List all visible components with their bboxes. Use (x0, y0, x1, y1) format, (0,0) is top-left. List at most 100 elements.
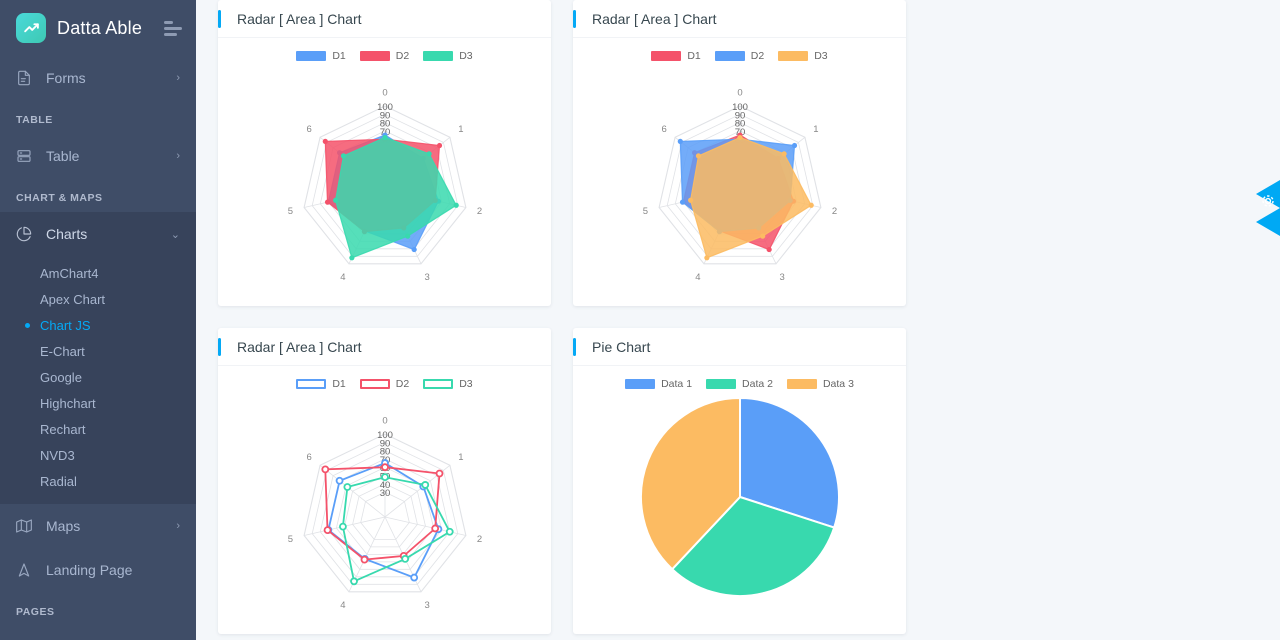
card-header: Radar [ Area ] Chart (573, 0, 906, 38)
chart-canvas[interactable] (583, 394, 896, 600)
chart-card: Pie Chart Data 1 Data 2 Data 3 (573, 328, 906, 634)
svg-text:6: 6 (306, 124, 311, 135)
sidebar-item-landing-page[interactable]: Landing Page (0, 548, 196, 592)
svg-text:2: 2 (476, 534, 481, 545)
sidebar-subitem-label: Google (40, 369, 82, 385)
sidebar-subitem-radial[interactable]: Radial (0, 468, 196, 494)
sidebar-item-label: Charts (46, 226, 88, 242)
svg-text:3: 3 (424, 272, 429, 283)
sidebar-item-label: Forms (46, 70, 86, 86)
svg-text:4: 4 (340, 600, 345, 611)
chart-canvas[interactable]: 100908070600123456 (228, 66, 541, 296)
legend-item[interactable]: Data 2 (706, 378, 773, 390)
legend-item[interactable]: D2 (359, 50, 409, 62)
sidebar-subitem-apex-chart[interactable]: Apex Chart (0, 286, 196, 312)
legend-label: D3 (459, 50, 473, 62)
sidebar-subitem-label: E-Chart (40, 343, 85, 359)
brand-name: Datta Able (57, 17, 143, 38)
legend-swatch (778, 51, 809, 61)
hamburger-icon[interactable] (164, 20, 182, 36)
svg-text:1: 1 (813, 124, 818, 135)
legend-swatch (651, 51, 682, 61)
legend-swatch (359, 51, 390, 61)
sidebar-caption-chart-maps: CHART & MAPS (16, 192, 103, 204)
chevron-right-icon: › (176, 72, 180, 84)
legend-label: D1 (332, 50, 346, 62)
app-root: Datta Able Forms › TABLE Table › CHART &… (0, 0, 1280, 640)
sidebar-item-table[interactable]: Table › (0, 134, 196, 178)
sidebar-subitem-highchart[interactable]: Highchart (0, 390, 196, 416)
sidebar-subitem-chart-js[interactable]: Chart JS (0, 312, 196, 338)
chart-card: Radar [ Area ] ChartD1D2D310090807060012… (573, 0, 906, 306)
legend-item[interactable]: D3 (423, 50, 473, 62)
svg-text:2: 2 (831, 206, 836, 217)
table-icon (16, 148, 33, 165)
sidebar-subitem-e-chart[interactable]: E-Chart (0, 338, 196, 364)
legend-item[interactable]: D3 (778, 50, 828, 62)
legend-label: Data 3 (822, 378, 854, 390)
legend-label: D3 (459, 378, 473, 390)
card-body: D1D2D3100908070605040300123456 (218, 366, 551, 634)
sidebar-subitem-label: Rechart (40, 421, 86, 437)
legend-item[interactable]: D1 (296, 378, 346, 390)
sidebar-subitem-rechart[interactable]: Rechart (0, 416, 196, 442)
sidebar-item-maps[interactable]: Maps › (0, 504, 196, 548)
chart-canvas[interactable]: 100908070600123456 (583, 66, 896, 296)
legend-item[interactable]: Data 3 (786, 378, 854, 390)
legend-swatch (296, 379, 327, 389)
sidebar-item-authentication[interactable]: Authentication › (0, 626, 196, 640)
sidebar-item-label: Maps (46, 518, 81, 534)
card-body: D1D2D3100908070600123456 (573, 38, 906, 306)
svg-text:6: 6 (661, 124, 666, 135)
legend-item[interactable]: Data 1 (625, 378, 692, 390)
chart-canvas[interactable]: 100908070605040300123456 (228, 394, 541, 624)
sidebar-item-forms[interactable]: Forms › (0, 56, 196, 100)
svg-text:0: 0 (382, 88, 387, 99)
sidebar-subitem-google[interactable]: Google (0, 364, 196, 390)
svg-text:4: 4 (695, 272, 700, 283)
card-accent-bar (573, 337, 576, 356)
sidebar-item-charts[interactable]: Charts ⌄ (0, 212, 196, 256)
svg-text:3: 3 (424, 600, 429, 611)
svg-text:1: 1 (458, 452, 463, 463)
sidebar-subitem-label: Apex Chart (40, 291, 106, 307)
legend-swatch (359, 379, 390, 389)
sidebar-subitem-label: AmChart4 (40, 265, 99, 281)
legend-label: D3 (814, 50, 828, 62)
legend-label: D1 (332, 378, 346, 390)
legend-swatch (625, 379, 656, 389)
sidebar-subitem-label: NVD3 (40, 447, 75, 463)
chart-legend: D1 D2 D3 (228, 50, 541, 62)
legend-label: D2 (750, 50, 765, 62)
chevron-right-icon: › (176, 150, 180, 162)
card-title: Radar [ Area ] Chart (592, 10, 717, 27)
main-content: Radar [ Area ] ChartD1D2D310090807060012… (196, 0, 1280, 640)
card-accent-bar (573, 9, 576, 28)
legend-item[interactable]: D3 (423, 378, 473, 390)
legend-label: Data 1 (661, 378, 693, 390)
legend-item[interactable]: D1 (296, 50, 346, 62)
chart-card: Radar [ Area ] ChartD1D2D310090807060504… (218, 328, 551, 634)
card-title: Radar [ Area ] Chart (237, 338, 362, 355)
card-header: Pie Chart (573, 328, 906, 366)
sidebar-subitem-nvd3[interactable]: NVD3 (0, 442, 196, 468)
legend-swatch (714, 51, 745, 61)
sidebar-caption-pages: PAGES (16, 606, 55, 618)
svg-text:6: 6 (306, 452, 311, 463)
svg-text:5: 5 (287, 206, 292, 217)
svg-text:5: 5 (287, 534, 292, 545)
svg-text:1: 1 (458, 124, 463, 135)
sidebar-submenu-charts: AmChart4 Apex Chart Chart JS E-Chart Google H… (0, 256, 196, 504)
card-header: Radar [ Area ] Chart (218, 0, 551, 38)
legend-item[interactable]: D2 (714, 50, 765, 62)
card-title: Radar [ Area ] Chart (237, 10, 362, 27)
anchor-icon (16, 562, 33, 579)
chart-legend: Data 1 Data 2 Data 3 (583, 378, 896, 390)
legend-item[interactable]: D1 (651, 50, 701, 62)
legend-item[interactable]: D2 (359, 378, 409, 390)
card-body: D1D2D3100908070600123456 (218, 38, 551, 306)
svg-text:5: 5 (642, 206, 647, 217)
sidebar-subitem-amchart4[interactable]: AmChart4 (0, 260, 196, 286)
svg-text:4: 4 (340, 272, 345, 283)
svg-text:0: 0 (737, 88, 742, 99)
